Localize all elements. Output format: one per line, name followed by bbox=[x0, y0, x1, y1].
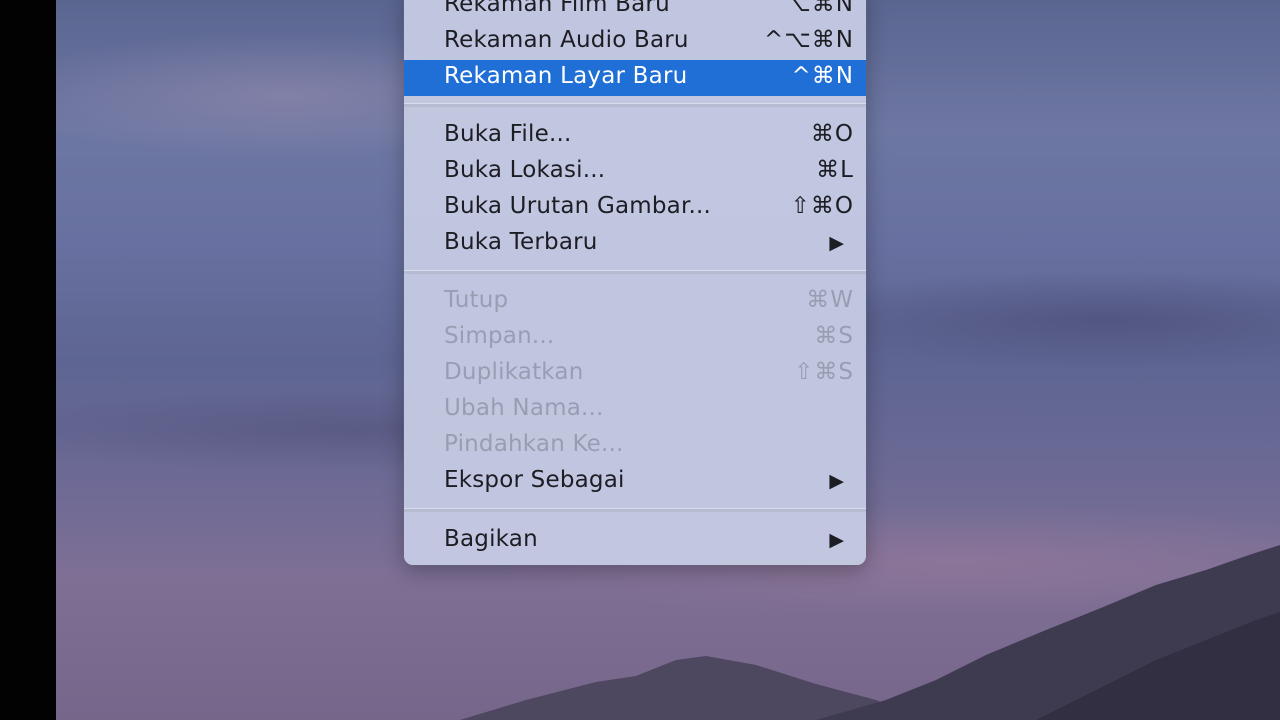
menu-item-new-screen-recording[interactable]: Rekaman Layar Baru ^⌘N bbox=[404, 60, 866, 96]
menu-item-shortcut: ^⌘N bbox=[791, 63, 854, 89]
menu-item-share[interactable]: Bagikan ▶ bbox=[404, 523, 866, 559]
menu-item-label: Ubah Nama... bbox=[444, 395, 604, 421]
menu-item-shortcut: ⇧⌘S bbox=[794, 359, 854, 385]
desktop-screen: Rekaman Film Baru ⌥⌘N Rekaman Audio Baru… bbox=[0, 0, 1280, 720]
menu-item-new-audio-recording[interactable]: Rekaman Audio Baru ^⌥⌘N bbox=[404, 24, 866, 60]
left-black-border bbox=[0, 0, 56, 720]
menu-item-open-image-sequence[interactable]: Buka Urutan Gambar... ⇧⌘O bbox=[404, 190, 866, 226]
menu-item-shortcut: ^⌥⌘N bbox=[764, 27, 854, 53]
menu-item-label: Buka Terbaru bbox=[444, 229, 598, 255]
menu-item-label: Tutup bbox=[444, 287, 509, 313]
menu-item-shortcut: ⌘L bbox=[816, 157, 854, 183]
menu-item-new-movie-recording[interactable]: Rekaman Film Baru ⌥⌘N bbox=[404, 0, 866, 24]
menu-item-label: Bagikan bbox=[444, 526, 538, 552]
menu-item-move-to: Pindahkan Ke... bbox=[404, 428, 866, 464]
menu-separator bbox=[404, 270, 866, 274]
menu-item-label: Rekaman Audio Baru bbox=[444, 27, 689, 53]
menu-item-label: Ekspor Sebagai bbox=[444, 467, 625, 493]
menu-item-label: Pindahkan Ke... bbox=[444, 431, 624, 457]
file-menu: Rekaman Film Baru ⌥⌘N Rekaman Audio Baru… bbox=[404, 0, 866, 565]
menu-item-open-location[interactable]: Buka Lokasi... ⌘L bbox=[404, 154, 866, 190]
menu-separator bbox=[404, 508, 866, 512]
menu-item-open-recent[interactable]: Buka Terbaru ▶ bbox=[404, 226, 866, 262]
submenu-arrow-icon: ▶ bbox=[829, 232, 844, 254]
menu-item-label: Duplikatkan bbox=[444, 359, 584, 385]
menu-item-label: Simpan... bbox=[444, 323, 555, 349]
submenu-arrow-icon: ▶ bbox=[829, 529, 844, 551]
menu-item-label: Buka Urutan Gambar... bbox=[444, 193, 712, 219]
menu-separator bbox=[404, 103, 866, 107]
menu-item-label: Buka Lokasi... bbox=[444, 157, 606, 183]
menu-item-shortcut: ⌘O bbox=[810, 121, 854, 147]
menu-item-save: Simpan... ⌘S bbox=[404, 320, 866, 356]
submenu-arrow-icon: ▶ bbox=[829, 470, 844, 492]
menu-item-shortcut: ⌥⌘N bbox=[784, 0, 854, 17]
menu-item-rename: Ubah Nama... bbox=[404, 392, 866, 428]
menu-item-label: Buka File... bbox=[444, 121, 572, 147]
menu-item-label: Rekaman Layar Baru bbox=[444, 63, 688, 89]
menu-item-shortcut: ⌘W bbox=[806, 287, 854, 313]
menu-item-shortcut: ⌘S bbox=[814, 323, 854, 349]
menu-item-close: Tutup ⌘W bbox=[404, 284, 866, 320]
menu-item-export-as[interactable]: Ekspor Sebagai ▶ bbox=[404, 464, 866, 500]
menu-item-label: Rekaman Film Baru bbox=[444, 0, 670, 17]
menu-item-shortcut: ⇧⌘O bbox=[790, 193, 854, 219]
menu-item-open-file[interactable]: Buka File... ⌘O bbox=[404, 118, 866, 154]
menu-item-duplicate: Duplikatkan ⇧⌘S bbox=[404, 356, 866, 392]
